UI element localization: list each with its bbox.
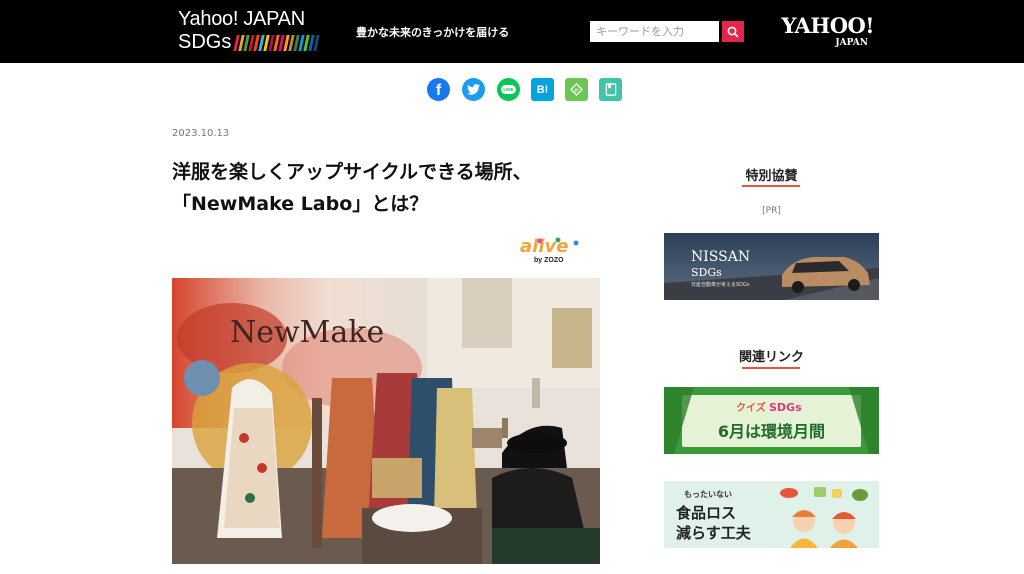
search-button[interactable] [722,21,744,42]
share-feedly-button[interactable] [565,78,588,101]
japan-logo-text: JAPAN [835,38,868,48]
quiz-main: 6月は環境月間 [718,422,825,441]
pr-label: [PR] [762,206,781,216]
share-line-button[interactable]: LINE [497,78,520,101]
alive-by-zozo-logo[interactable]: alive by ZOZO [518,235,588,269]
logo-line2: SDGs [178,31,232,53]
related-links-heading: 関連リンク [738,350,804,365]
line-icon: LINE [501,85,516,94]
share-hatena-button[interactable]: B! [531,78,554,101]
share-facebook-button[interactable]: f [427,78,450,101]
yahoo-logo-text: YAHOO! [781,13,874,38]
nissan-sub: SDGs [691,266,722,279]
food-line2: 減らす工夫 [676,524,752,542]
share-twitter-button[interactable] [462,78,485,101]
nissan-title: NISSAN [691,249,750,265]
sdg-stripe [313,34,321,51]
article-title: 洋服を楽しくアップサイクルできる場所、 「NewMake Labo」とは？ [172,156,602,220]
facebook-icon: f [435,82,442,99]
site-header: Yahoo! JAPAN SDGs 豊かな未来のきっかけを届ける YAHOO! … [0,0,1024,63]
food-top: もったいない [684,489,732,499]
twitter-icon [467,84,480,95]
sponsor-heading-underline [742,185,800,187]
related-heading-underline [742,367,800,369]
hatena-bookmark-icon: B! [536,83,549,96]
share-bar: f LINE B! [427,78,627,102]
quiz-sdgs-banner[interactable]: クイズ SDGs 6月は環境月間 [664,387,879,454]
search-icon [727,26,739,38]
quiz-top-a: クイズ [736,401,766,414]
nissan-caption: 日産自動車が考えるSDGs [691,281,750,288]
header-tagline: 豊かな未来のきっかけを届ける [356,26,510,39]
share-pocket-button[interactable] [599,78,622,101]
alive-by-zozo-text: by ZOZO [534,257,564,264]
article-date: 2023.10.13 [172,128,230,139]
pocket-icon [605,83,616,96]
newmake-sign: NewMake [230,315,384,350]
food-loss-banner[interactable]: もったいない 食品ロス 減らす工夫 [664,481,879,548]
sdg-color-stripes [233,34,321,51]
quiz-top-b: SDGs [769,401,802,414]
article-hero-photo: NewMake [172,278,600,564]
search-input[interactable] [590,21,719,42]
food-line1: 食品ロス [676,504,736,522]
feedly-icon [570,83,583,96]
alive-logo-text: alive [520,236,568,257]
logo-line1: Yahoo! JAPAN [178,8,305,30]
article-title-line2: 「NewMake Labo」とは？ [172,193,429,215]
sponsor-heading: 特別協賛 [745,169,798,184]
yahoo-japan-logo[interactable]: YAHOO! JAPAN [758,14,874,50]
nissan-sdgs-banner[interactable]: NISSAN SDGs 日産自動車が考えるSDGs [664,233,879,300]
article-title-line1: 洋服を楽しくアップサイクルできる場所、 [172,161,532,183]
yahoo-japan-sdgs-logo[interactable]: Yahoo! JAPAN SDGs [178,8,338,56]
